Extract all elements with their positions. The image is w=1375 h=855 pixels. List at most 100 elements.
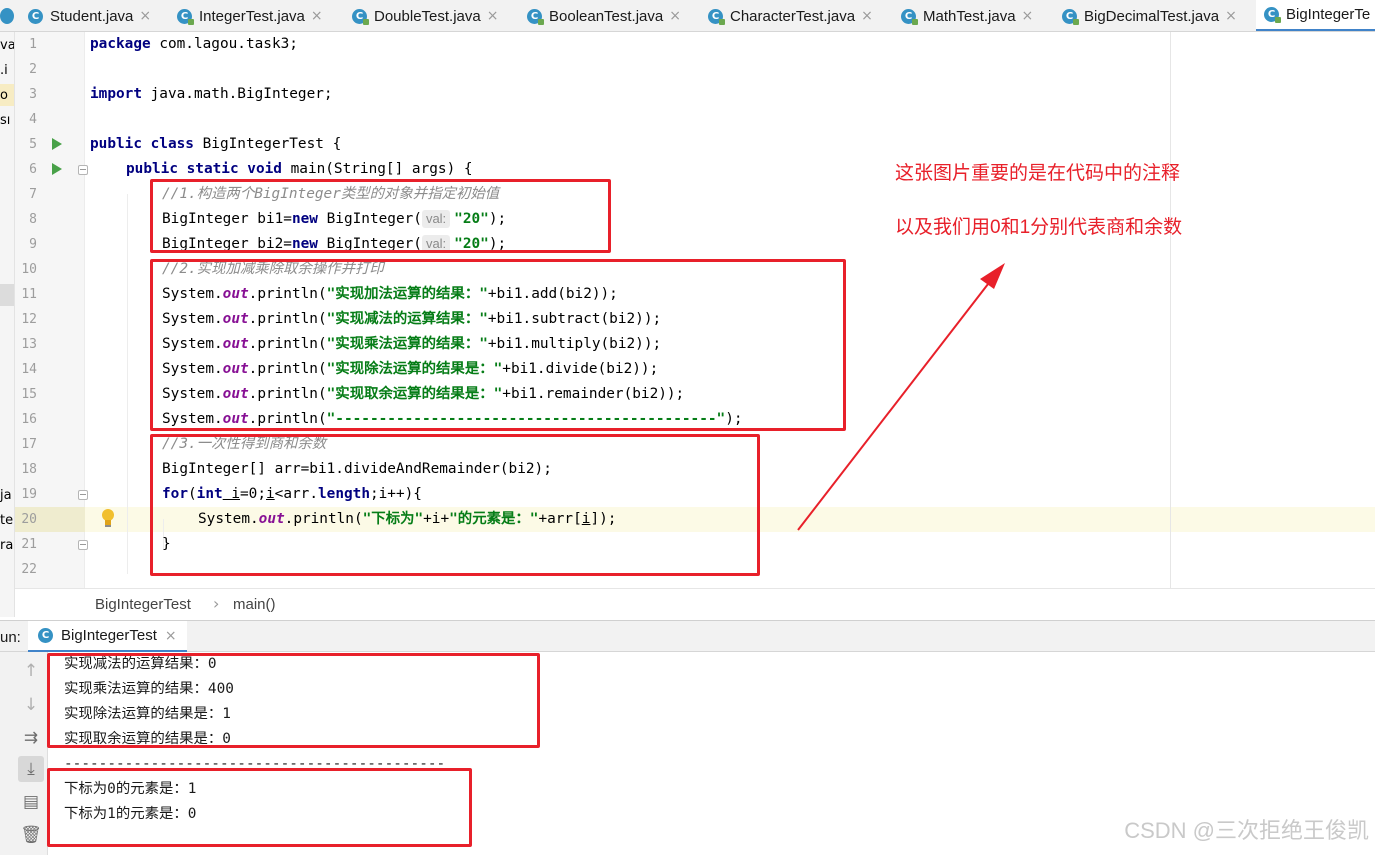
line-number: 17: [21, 437, 37, 452]
line-number: 7: [29, 187, 37, 202]
line-number: 15: [21, 387, 37, 402]
right-margin-guide: [1170, 32, 1171, 588]
tab-label: MathTest.java: [923, 7, 1016, 25]
java-class-icon: [352, 8, 369, 25]
editor-tab-bar: Student.java × IntegerTest.java × Double…: [0, 0, 1375, 32]
fold-icon[interactable]: [78, 165, 88, 175]
project-item[interactable]: o: [0, 88, 8, 103]
annotation-box-arithmetic: [150, 259, 846, 431]
line-number: 4: [29, 112, 37, 127]
java-class-icon: [177, 8, 194, 25]
close-icon[interactable]: ×: [139, 8, 151, 24]
annotation-arrow-shaft: [797, 274, 996, 531]
project-item[interactable]: va:: [0, 38, 14, 53]
tab-label: Student.java: [50, 7, 134, 25]
line-number: 18: [21, 462, 37, 477]
line-number: 9: [29, 237, 37, 252]
code-line-3: import java.math.BigInteger;: [90, 86, 333, 102]
selection-highlight: [0, 284, 14, 306]
project-item[interactable]: ra: [0, 538, 13, 553]
line-number: 22: [21, 562, 37, 577]
java-class-icon: [0, 8, 14, 24]
code-line-1: package com.lagou.task3;: [90, 36, 298, 52]
line-number: 1: [29, 37, 37, 52]
annotation-box-constructors: [150, 179, 611, 253]
project-item[interactable]: ja: [0, 488, 12, 503]
breadcrumb-class[interactable]: BigIntegerTest: [95, 596, 191, 613]
soft-wrap-icon[interactable]: ⇉: [18, 725, 44, 751]
run-tab-label: BigIntegerTest: [61, 627, 157, 644]
close-icon[interactable]: ×: [861, 8, 873, 24]
close-icon[interactable]: ×: [1225, 8, 1237, 24]
close-icon[interactable]: ×: [1022, 8, 1034, 24]
project-item[interactable]: te: [0, 513, 13, 528]
annotation-box-console-array: [47, 768, 472, 847]
editor-gutter: 1 2 3 4 5 6 7 8 9 10 11 12 13 14 15 16 1…: [15, 32, 88, 588]
tab-charactertest-java[interactable]: CharacterTest.java ×: [708, 0, 873, 31]
project-item[interactable]: .i: [0, 63, 8, 78]
close-icon[interactable]: ×: [311, 8, 323, 24]
trash-icon[interactable]: 🗑: [18, 822, 44, 848]
breadcrumb-method[interactable]: main(): [233, 596, 276, 613]
java-class-icon: [28, 8, 43, 24]
project-item[interactable]: sı: [0, 113, 10, 128]
tab-label: BooleanTest.java: [549, 7, 664, 25]
lightbulb-icon[interactable]: [101, 509, 115, 529]
run-tab-bigintegertest[interactable]: BigIntegerTest ×: [28, 621, 187, 653]
java-class-icon: [708, 8, 725, 25]
line-number: 8: [29, 212, 37, 227]
line-number: 12: [21, 312, 37, 327]
line-number: 21: [21, 537, 37, 552]
java-class-icon: [1062, 8, 1079, 25]
java-class-icon: [527, 8, 544, 25]
run-class-icon[interactable]: [52, 138, 62, 150]
tab-integertest-java[interactable]: IntegerTest.java ×: [177, 0, 323, 31]
fold-icon[interactable]: [78, 490, 88, 500]
arrow-down-icon[interactable]: ↓: [18, 692, 44, 718]
close-icon[interactable]: ×: [669, 8, 681, 24]
close-icon[interactable]: ×: [165, 628, 177, 644]
project-panel-edge: va: .i o sı ja te ra: [0, 32, 15, 617]
tab-label: BigIntegerTe: [1286, 6, 1371, 23]
tab-bigdecimaltest-java[interactable]: BigDecimalTest.java ×: [1062, 0, 1237, 31]
annotation-box-console-results: [47, 653, 540, 748]
indent-guide: [127, 194, 128, 574]
annotation-note-line1: 这张图片重要的是在代码中的注释: [895, 163, 1181, 184]
run-toolbar: ↑ ↓ ⇉ ⤓ ▤ 🗑: [0, 652, 48, 855]
chevron-right-icon: ›: [213, 594, 220, 613]
line-number: 6: [29, 162, 37, 177]
print-icon[interactable]: ▤: [18, 789, 44, 815]
tab-label: DoubleTest.java: [374, 7, 481, 25]
annotation-box-divide-remainder: [150, 434, 760, 576]
run-method-icon[interactable]: [52, 163, 62, 175]
tab-doubletest-java[interactable]: DoubleTest.java ×: [352, 0, 499, 31]
java-class-icon: [1264, 7, 1281, 23]
line-number: 2: [29, 62, 37, 77]
line-number: 13: [21, 337, 37, 352]
annotation-note-line2: 以及我们用0和1分别代表商和余数: [895, 217, 1183, 238]
java-class-icon: [38, 628, 53, 643]
code-lines[interactable]: package com.lagou.task3; import java.mat…: [90, 32, 743, 552]
run-tool-header: un: BigIntegerTest ×: [0, 620, 1375, 653]
annotation-arrow-head: [980, 263, 1005, 289]
tab-label: BigDecimalTest.java: [1084, 7, 1220, 25]
arrow-up-icon[interactable]: ↑: [18, 658, 44, 684]
tab-bigintegertest-java[interactable]: BigIntegerTe: [1256, 0, 1375, 31]
line-number: 16: [21, 412, 37, 427]
line-number: 5: [29, 137, 37, 152]
watermark: CSDN @三次拒绝王俊凯: [1124, 818, 1369, 843]
tab-label: CharacterTest.java: [730, 7, 856, 25]
fold-icon[interactable]: [78, 540, 88, 550]
line-number: 19: [21, 487, 37, 502]
tab-student-java[interactable]: Student.java ×: [28, 0, 151, 31]
line-number: 10: [21, 262, 37, 277]
line-number: 11: [21, 287, 37, 302]
code-line-5: public class BigIntegerTest {: [90, 136, 342, 152]
java-class-icon: [901, 8, 918, 25]
tab-booleantest-java[interactable]: BooleanTest.java ×: [527, 0, 681, 31]
breadcrumb: BigIntegerTest › main(): [15, 588, 1375, 620]
tab-mathtest-java[interactable]: MathTest.java ×: [901, 0, 1034, 31]
scroll-to-end-icon[interactable]: ⤓: [18, 756, 44, 782]
close-icon[interactable]: ×: [487, 8, 499, 24]
line-number: 20: [21, 512, 37, 527]
